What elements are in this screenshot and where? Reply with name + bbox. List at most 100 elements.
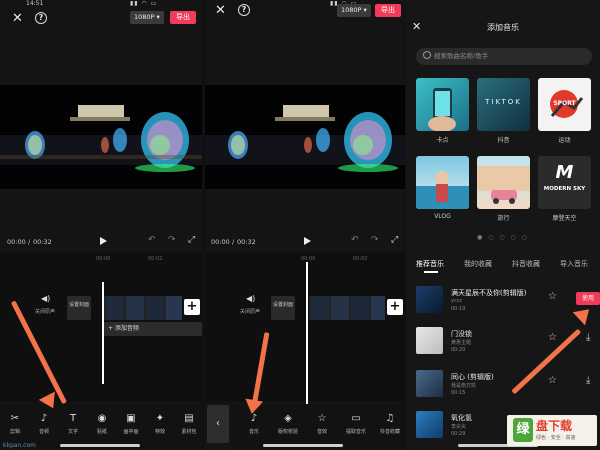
- star-icon[interactable]: ☆: [548, 332, 557, 343]
- star-icon[interactable]: ☆: [548, 375, 557, 386]
- export-button[interactable]: 导出: [375, 4, 401, 17]
- category-tile[interactable]: TIKTOK 抖音: [477, 78, 530, 144]
- phone-hand-image: [428, 88, 456, 131]
- category-tile[interactable]: 卡点: [416, 78, 469, 144]
- ruler-tick: 00:02: [353, 256, 368, 262]
- time-separator: /: [28, 238, 31, 246]
- song-duration: 00:15: [451, 390, 466, 396]
- tool-icon: ☆: [317, 413, 327, 424]
- tool-label: 特效: [154, 429, 165, 435]
- video-clip[interactable]: [104, 296, 182, 320]
- tool-item[interactable]: ☆ 音效: [309, 412, 335, 435]
- search-input[interactable]: 搜索歌曲名称/歌手: [416, 48, 592, 65]
- song-duration: 00:19: [451, 306, 466, 312]
- tool-item[interactable]: ▣ 画中画: [118, 412, 144, 435]
- video-preview: [0, 85, 202, 189]
- help-icon[interactable]: ?: [35, 12, 47, 24]
- mute-label: 关闭原声: [34, 309, 55, 315]
- song-row[interactable]: 满天星辰不及你(剪辑版) yccc 00:19 ☆ 使用: [416, 286, 600, 318]
- category-label: 抖音: [497, 137, 510, 144]
- tool-item[interactable]: ◈ 版权校验: [275, 412, 301, 435]
- category-tile[interactable]: 旅行: [477, 156, 530, 222]
- resolution-select[interactable]: 1080P ▾: [130, 11, 164, 24]
- download-icon[interactable]: ⤓: [586, 332, 590, 343]
- export-button[interactable]: 导出: [170, 11, 196, 24]
- set-cover-button[interactable]: 设置封面: [67, 296, 91, 320]
- time-current: 00:00: [211, 238, 230, 246]
- status-time: 14:51: [26, 0, 44, 7]
- play-icon[interactable]: [304, 237, 311, 245]
- play-icon[interactable]: [100, 237, 107, 245]
- fullscreen-icon[interactable]: ⤢: [188, 235, 195, 245]
- time-current: 00:00: [7, 238, 26, 246]
- category-tile[interactable]: M MODERN SKY 摩登天空: [538, 156, 591, 222]
- night-ball-scene: [0, 85, 202, 189]
- playhead[interactable]: [306, 262, 308, 404]
- tile-overlay-text: SPORT: [553, 100, 576, 107]
- category-tile[interactable]: SPORT 运动: [538, 78, 591, 144]
- tool-label: 贴纸: [96, 429, 107, 435]
- song-duration: 00:29: [451, 431, 466, 437]
- song-artist: 李尖尖: [451, 424, 467, 430]
- close-icon[interactable]: ✕: [215, 4, 226, 17]
- speaker-icon[interactable]: ◀): [246, 294, 255, 303]
- speaker-icon[interactable]: ◀): [41, 294, 50, 303]
- tool-item[interactable]: T 文字: [60, 412, 86, 435]
- help-icon[interactable]: ?: [238, 4, 250, 16]
- video-clip[interactable]: [309, 296, 385, 320]
- tab-my-favorites[interactable]: 我的收藏: [464, 259, 492, 269]
- close-icon[interactable]: ✕: [12, 12, 23, 25]
- tool-label: 素材包: [181, 429, 197, 435]
- home-indicator: [263, 444, 343, 447]
- page-title: 添加音乐: [487, 23, 519, 32]
- redo-icon[interactable]: ↷: [168, 235, 176, 245]
- redo-icon[interactable]: ↷: [371, 235, 379, 245]
- tool-item[interactable]: ✦ 特效: [147, 412, 173, 435]
- use-button[interactable]: 使用: [576, 292, 600, 305]
- tool-icon: ◉: [97, 413, 107, 424]
- tab-import-music[interactable]: 导入音乐: [560, 259, 588, 269]
- fullscreen-icon[interactable]: ⤢: [391, 235, 398, 245]
- tool-item[interactable]: ✂ 剪辑: [2, 412, 28, 435]
- tool-label: 提取音乐: [345, 429, 366, 435]
- song-cover: [416, 370, 443, 397]
- time-total: 00:32: [33, 238, 52, 246]
- add-audio-button[interactable]: + 添加音频: [104, 322, 202, 336]
- tool-item[interactable]: ♫ 抖音收藏: [377, 412, 403, 435]
- tool-label: 文字: [67, 429, 78, 435]
- add-clip-button[interactable]: +: [387, 299, 403, 315]
- resolution-label: 1080P: [134, 13, 155, 21]
- tool-item[interactable]: ♪ 音乐: [241, 412, 267, 435]
- tool-item[interactable]: ♪ 音频: [31, 412, 57, 435]
- night-ball-scene: [205, 85, 405, 189]
- category-tile[interactable]: VLOG: [416, 156, 469, 220]
- tool-icon: ◈: [284, 413, 292, 424]
- tool-label: 剪辑: [9, 429, 20, 435]
- page-indicator: ● ○ ○ ○ ○: [477, 234, 529, 241]
- ruler-tick: 00:00: [301, 256, 316, 262]
- add-clip-button[interactable]: +: [184, 299, 200, 315]
- playhead[interactable]: [102, 282, 104, 384]
- undo-icon[interactable]: ↶: [148, 235, 156, 245]
- back-button[interactable]: ‹: [207, 405, 229, 443]
- undo-icon[interactable]: ↶: [351, 235, 359, 245]
- brand-logo: 绿 盘下载 绿色 · 安全 · 高速: [507, 415, 597, 446]
- tool-item[interactable]: ◉ 贴纸: [89, 412, 115, 435]
- tab-recommended[interactable]: 推荐音乐: [416, 259, 444, 269]
- tab-douyin-favorites[interactable]: 抖音收藏: [512, 259, 540, 269]
- set-cover-button[interactable]: 设置封面: [271, 296, 295, 320]
- star-icon[interactable]: ☆: [548, 291, 557, 302]
- download-icon[interactable]: ⤓: [586, 375, 590, 386]
- resolution-select[interactable]: 1080P ▾: [337, 4, 371, 17]
- tool-icon: ▤: [184, 413, 194, 424]
- tool-item[interactable]: ▤ 素材包: [176, 412, 202, 435]
- song-row[interactable]: 同心 (剪辑版) 我是南方凯 00:15 ☆ ⤓: [416, 370, 600, 402]
- brand-slogan: 绿色 · 安全 · 高速: [536, 435, 576, 441]
- song-cover: [416, 411, 443, 438]
- search-icon: [423, 51, 431, 59]
- song-title: 满天星辰不及你(剪辑版): [451, 289, 527, 297]
- tool-item[interactable]: ▭ 提取音乐: [343, 412, 369, 435]
- modern-sky-logo: M: [555, 162, 574, 183]
- category-label: 摩登天空: [552, 215, 577, 222]
- video-preview: [205, 85, 405, 189]
